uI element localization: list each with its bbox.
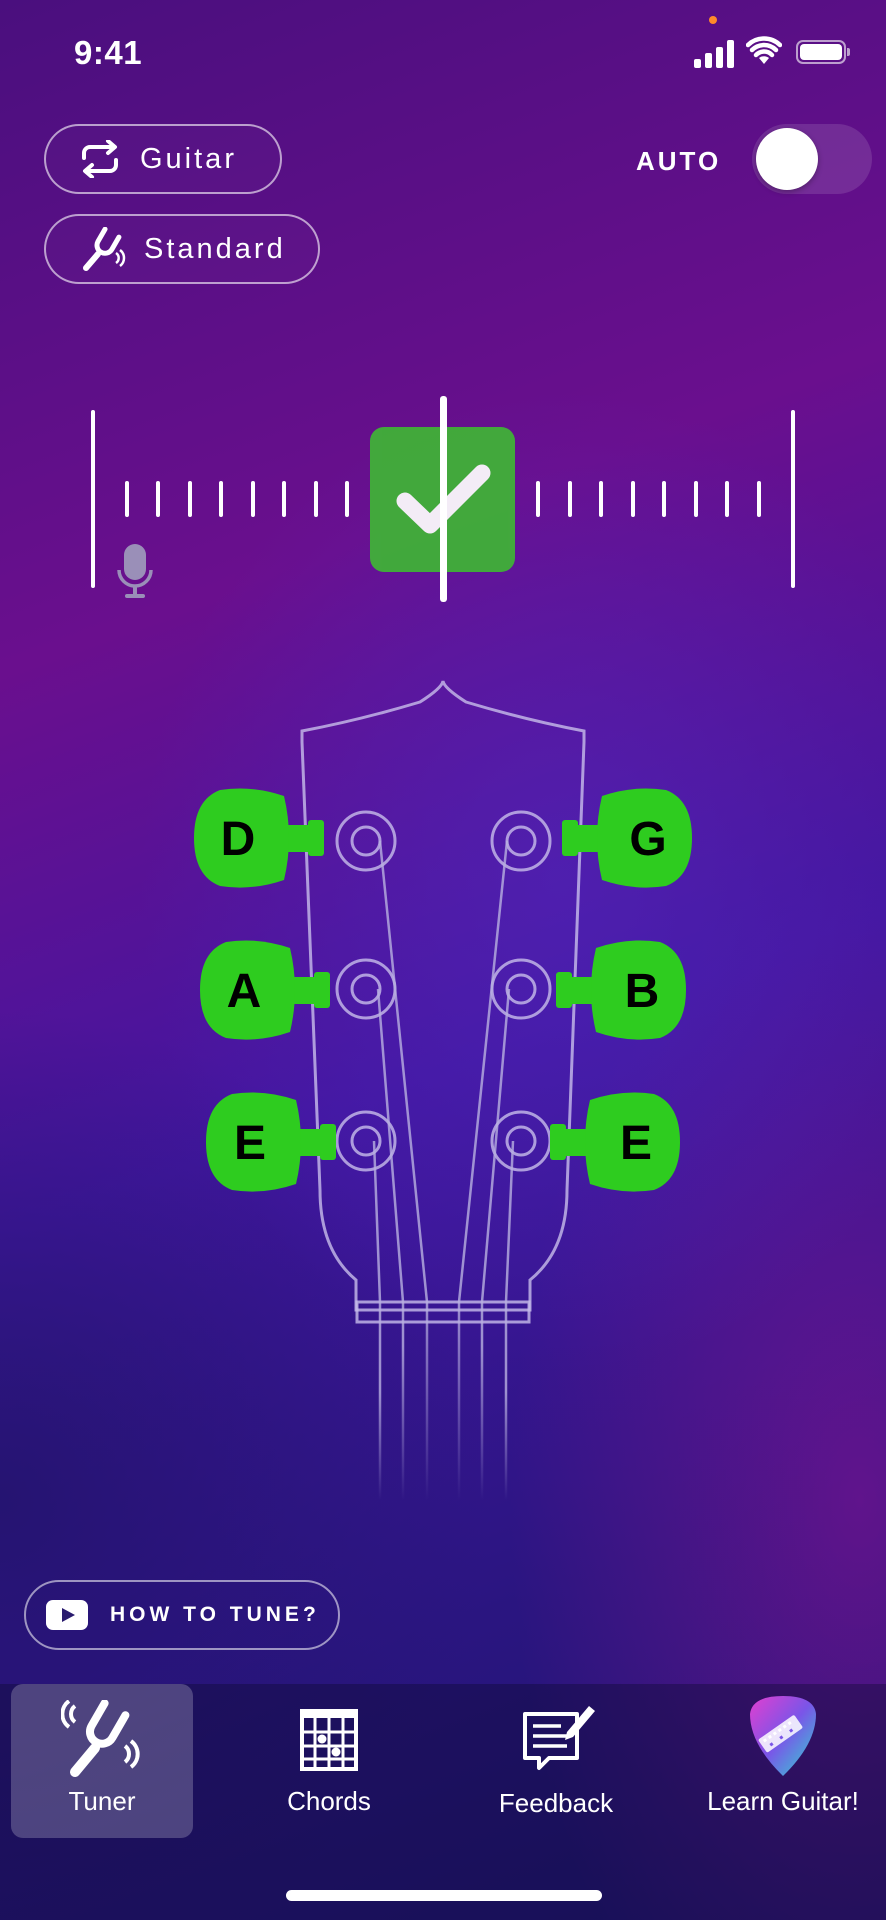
- meter-tick: [631, 481, 635, 517]
- tuning-fork-icon: [83, 227, 126, 271]
- meter-tick: [662, 481, 666, 517]
- tab-label: Tuner: [68, 1786, 136, 1816]
- battery-icon: [796, 40, 850, 64]
- home-indicator[interactable]: [286, 1890, 602, 1901]
- meter-center-needle: [440, 396, 447, 602]
- tab-learn-guitar[interactable]: Learn Guitar!: [692, 1684, 874, 1838]
- meter-tick: [156, 481, 160, 517]
- peg-note-label: A: [227, 965, 262, 1018]
- peg-g[interactable]: G: [546, 780, 696, 898]
- guitar-pick-icon: [750, 1696, 816, 1776]
- tab-chords[interactable]: Chords: [238, 1684, 420, 1838]
- meter-tick: [345, 481, 349, 517]
- status-time: 9:41: [74, 34, 143, 71]
- auto-mode-toggle[interactable]: [752, 124, 872, 194]
- peg-note-label: G: [629, 813, 666, 866]
- swap-arrows-icon: [82, 140, 118, 178]
- tab-label: Learn Guitar!: [707, 1786, 859, 1816]
- meter-right-boundary: [791, 410, 795, 588]
- peg-note-label: E: [620, 1117, 652, 1170]
- meter-tick: [219, 481, 223, 517]
- peg-note-label: D: [221, 813, 256, 866]
- peg-d[interactable]: D: [190, 780, 340, 898]
- auto-mode-label: AUTO: [636, 146, 722, 176]
- peg-note-label: B: [625, 965, 660, 1018]
- meter-tick: [314, 481, 318, 517]
- microphone-icon: [117, 544, 153, 598]
- meter-tick: [694, 481, 698, 517]
- meter-tick: [568, 481, 572, 517]
- tab-feedback[interactable]: Feedback: [465, 1684, 647, 1838]
- how-to-tune-button[interactable]: HOW TO TUNE?: [24, 1580, 340, 1650]
- tuning-fork-icon: [61, 1700, 140, 1777]
- tab-label: Chords: [287, 1786, 371, 1816]
- toggle-knob: [756, 128, 818, 190]
- instrument-label: Guitar: [140, 142, 237, 175]
- chord-grid-icon: [300, 1709, 358, 1771]
- meter-tick: [599, 481, 603, 517]
- meter-tick: [282, 481, 286, 517]
- tab-bar: Tuner Chords Feedback Learn Guitar!: [0, 1684, 886, 1920]
- meter-tick: [536, 481, 540, 517]
- meter-left-boundary: [91, 410, 95, 588]
- peg-note-label: E: [234, 1117, 266, 1170]
- peg-high-e[interactable]: E: [534, 1084, 684, 1202]
- cellular-signal-icon: [694, 38, 736, 68]
- wifi-icon: [746, 36, 782, 64]
- tab-tuner[interactable]: Tuner: [11, 1684, 193, 1838]
- privacy-indicator-dot: [709, 16, 717, 24]
- peg-low-e[interactable]: E: [202, 1084, 352, 1202]
- feedback-note-icon: [523, 1706, 595, 1770]
- meter-tick: [725, 481, 729, 517]
- peg-a[interactable]: A: [196, 932, 346, 1050]
- play-video-icon: [46, 1600, 88, 1630]
- peg-b[interactable]: B: [540, 932, 690, 1050]
- tab-label: Feedback: [498, 1788, 614, 1818]
- tuning-label: Standard: [144, 232, 286, 265]
- meter-tick: [757, 481, 761, 517]
- meter-tick: [251, 481, 255, 517]
- instrument-selector-button[interactable]: Guitar: [44, 124, 282, 194]
- tuning-selector-button[interactable]: Standard: [44, 214, 320, 284]
- meter-tick: [125, 481, 129, 517]
- meter-tick: [188, 481, 192, 517]
- how-to-tune-label: HOW TO TUNE?: [110, 1603, 320, 1626]
